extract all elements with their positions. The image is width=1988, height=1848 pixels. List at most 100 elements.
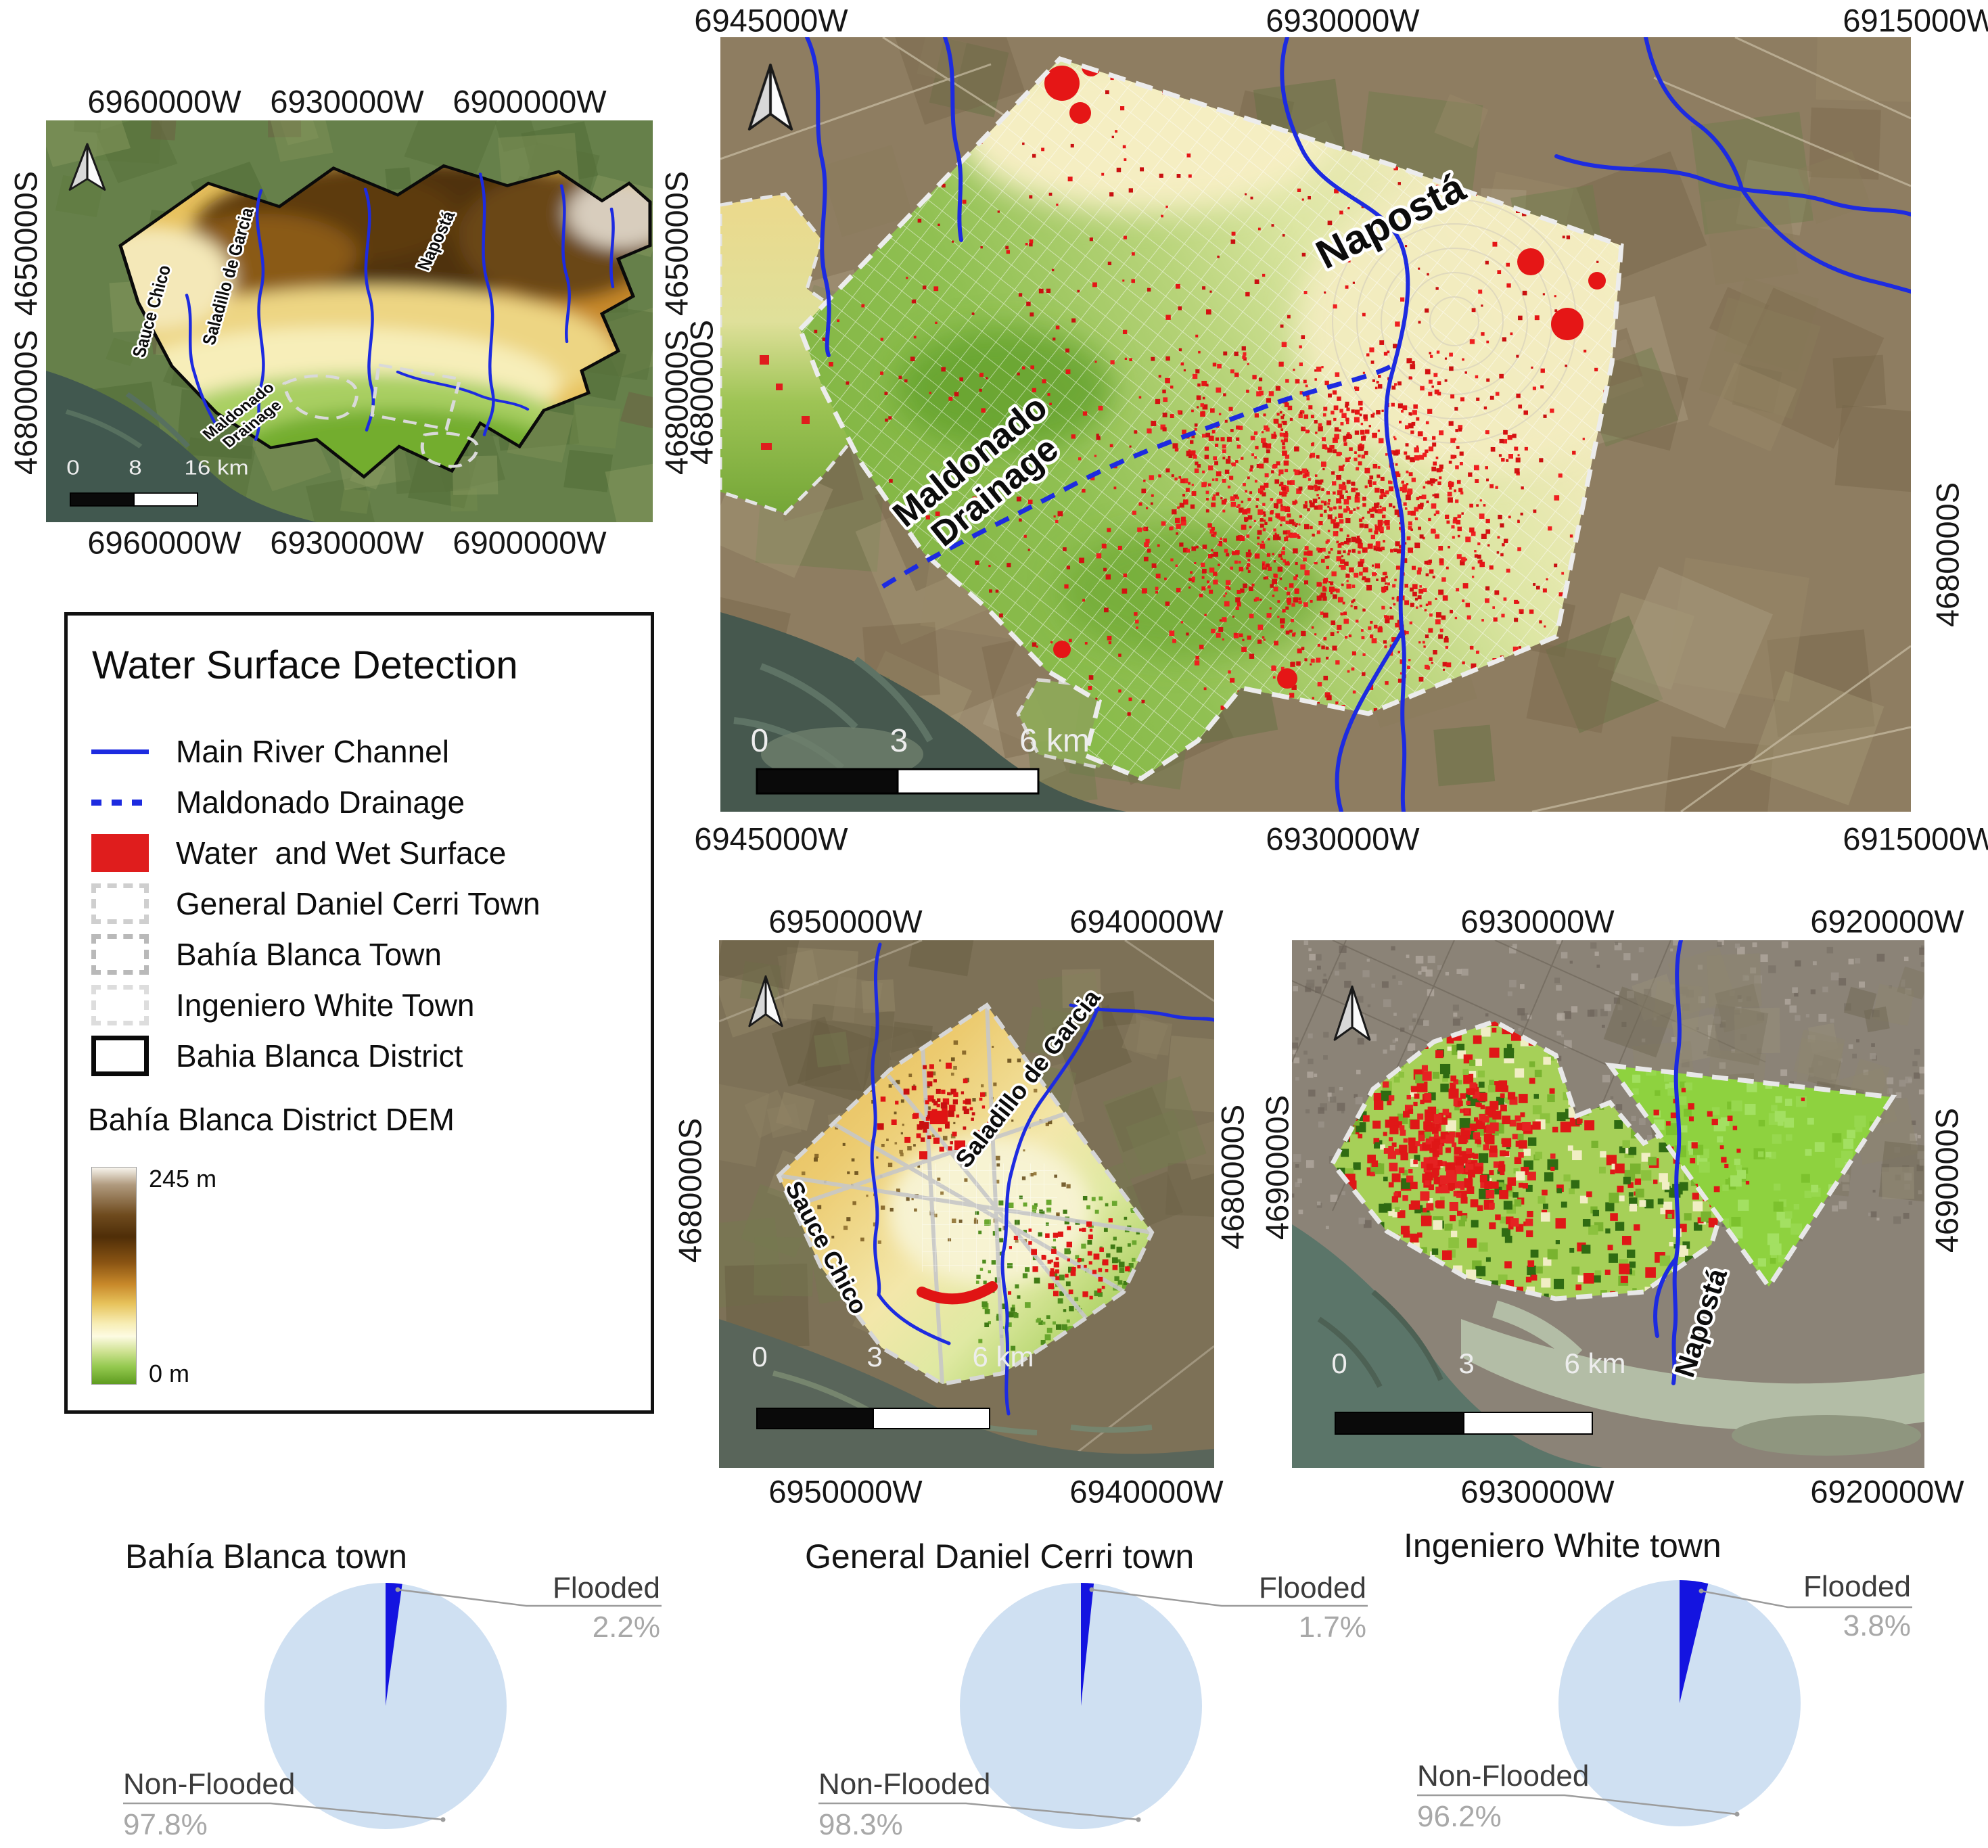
legend-item-label: Bahía Blanca Town (176, 936, 442, 973)
legend-item-main-river: Main River Channel (91, 729, 449, 774)
pie-bahia-blanca: Bahía Blanca town Flooded 2.2% Non-Flood… (61, 1522, 724, 1848)
inset-axis-left-1: 4680000S (7, 330, 45, 475)
flooded-label: Flooded (1803, 1570, 1911, 1603)
main-axis-bottom-0: 6945000W (694, 821, 848, 858)
inset-axis-right-0: 4650000S (658, 171, 695, 316)
pie-ingeniero-white: Ingeniero White town Flooded 3.8% Non-Fl… (1355, 1522, 1988, 1848)
nonflooded-label: Non-Flooded (123, 1768, 295, 1801)
pie-title: Bahía Blanca town (125, 1538, 407, 1575)
white-axis-left-0: 4690000S (1259, 1095, 1296, 1240)
nonflooded-pct: 96.2% (1417, 1800, 1502, 1833)
scale-6km: 6 km (1019, 723, 1090, 759)
white-town-swatch-icon (91, 985, 149, 1025)
inset-axis-bottom-1: 6930000W (270, 524, 423, 561)
pie-title: General Daniel Cerri town (805, 1538, 1194, 1575)
leader-dot (1090, 1588, 1094, 1592)
inset-axis-top-2: 6900000W (453, 83, 606, 120)
tidal-flat (1732, 1415, 1921, 1456)
main-axis-top-0: 6945000W (694, 2, 848, 39)
scale-0: 0 (751, 723, 769, 759)
legend-item-label: Main River Channel (176, 733, 449, 770)
cerri-map-canvas: Sauce Chico Saladillo de Garcia 0 3 6 km (719, 940, 1214, 1468)
legend-item-label: Bahia Blanca District (176, 1038, 463, 1074)
scale-3: 3 (890, 723, 908, 759)
leader-dot (1699, 1589, 1704, 1594)
flooded-pct: 2.2% (593, 1611, 660, 1644)
legend-item-white-town: Ingeniero White Town (91, 983, 475, 1027)
scale-6km: 6 km (972, 1341, 1034, 1372)
scale-bar-white (1464, 1412, 1592, 1434)
cerri-axis-left-0: 4680000S (672, 1118, 709, 1263)
inset-dem-map: Sauce Chico Saladillo de Garcia Napostá … (46, 120, 653, 522)
dem-colorbar (91, 1167, 137, 1385)
legend-item-district: Bahia Blanca District (91, 1034, 463, 1078)
inset-axis-left-0: 4650000S (7, 171, 45, 316)
white-axis-bottom-1: 6920000W (1810, 1473, 1964, 1510)
cerri-flood-map: Sauce Chico Saladillo de Garcia 0 3 6 km (719, 940, 1214, 1468)
pie-title: Ingeniero White town (1404, 1527, 1721, 1565)
flooded-pct: 3.8% (1843, 1609, 1911, 1642)
bahia-town-swatch-icon (91, 934, 149, 975)
leader-dot (1136, 1818, 1141, 1822)
nonflooded-label: Non-Flooded (818, 1768, 990, 1801)
inset-axis-top-1: 6930000W (270, 83, 423, 120)
scale-3: 3 (1458, 1347, 1474, 1379)
legend-item-label: Maldonado Drainage (176, 784, 465, 821)
main-river-swatch-icon (91, 749, 149, 754)
pie-general-cerri: General Daniel Cerri town Flooded 1.7% N… (756, 1522, 1419, 1848)
cerri-axis-bottom-0: 6950000W (768, 1473, 922, 1510)
nonflooded-pct: 97.8% (123, 1808, 208, 1841)
nonflooded-label: Non-Flooded (1417, 1759, 1589, 1793)
cerri-axis-top-0: 6950000W (768, 903, 922, 940)
scale-0: 0 (1331, 1347, 1347, 1379)
main-axis-right-0: 4680000S (1929, 482, 1966, 627)
white-flood-map: Napostá 0 3 6 km (1292, 940, 1924, 1468)
main-map-canvas: Napostá MaldonadoDrainage 0 3 6 km (720, 37, 1911, 812)
inset-axis-bottom-0: 6960000W (87, 524, 241, 561)
legend-item-label: Water and Wet Surface (176, 835, 506, 871)
dem-max-label: 245 m (149, 1165, 216, 1193)
scale-bar-white (898, 769, 1038, 793)
scale-3: 3 (866, 1341, 882, 1372)
main-axis-left-0: 4680000S (683, 320, 720, 465)
main-axis-top-2: 6915000W (1843, 2, 1988, 39)
leader-dot (1735, 1812, 1740, 1817)
legend-item-cerri-town: General Daniel Cerri Town (91, 881, 540, 926)
legend-item-bahia-town: Bahía Blanca Town (91, 932, 442, 977)
leader-dot (441, 1818, 446, 1822)
white-axis-bottom-0: 6930000W (1460, 1473, 1614, 1510)
cerri-town-swatch-icon (91, 883, 149, 924)
scale-bar-white (873, 1408, 990, 1429)
scale-bar-white (134, 493, 198, 506)
district-swatch-icon (91, 1036, 149, 1076)
inset-map-canvas: Sauce Chico Saladillo de Garcia Napostá … (46, 120, 653, 522)
legend-item-maldonado: Maldonado Drainage (91, 780, 465, 825)
scale-6km: 6 km (1564, 1347, 1625, 1379)
scale-0: 0 (66, 456, 79, 479)
legend-item-label: General Daniel Cerri Town (176, 885, 540, 922)
cerri-axis-bottom-1: 6940000W (1069, 1473, 1223, 1510)
scale-8: 8 (129, 456, 141, 479)
inset-axis-bottom-2: 6900000W (453, 524, 606, 561)
scale-bar-black (757, 1408, 873, 1429)
cerri-axis-top-1: 6940000W (1069, 903, 1223, 940)
main-axis-top-1: 6930000W (1266, 2, 1419, 39)
leader-dot (396, 1588, 400, 1592)
scale-bar-black (1335, 1412, 1464, 1434)
legend-title: Water Surface Detection (92, 643, 518, 688)
scale-bar-black (70, 493, 134, 506)
dem-min-label: 0 m (149, 1360, 189, 1388)
white-axis-top-1: 6920000W (1810, 903, 1964, 940)
flooded-label: Flooded (1259, 1571, 1366, 1604)
cerri-axis-right-0: 4680000S (1214, 1105, 1251, 1249)
cerri-street-grid (922, 1163, 1057, 1272)
main-axis-bottom-2: 6915000W (1843, 821, 1988, 858)
water-wet-swatch-icon (91, 834, 149, 872)
maldonado-swatch-icon (91, 800, 149, 806)
white-axis-right-0: 4690000S (1928, 1108, 1966, 1253)
legend: Water Surface Detection Main River Chann… (64, 612, 654, 1414)
legend-item-label: Ingeniero White Town (176, 987, 475, 1023)
white-axis-top-0: 6930000W (1460, 903, 1614, 940)
inset-axis-top-0: 6960000W (87, 83, 241, 120)
dem-title: Bahía Blanca District DEM (88, 1101, 455, 1138)
